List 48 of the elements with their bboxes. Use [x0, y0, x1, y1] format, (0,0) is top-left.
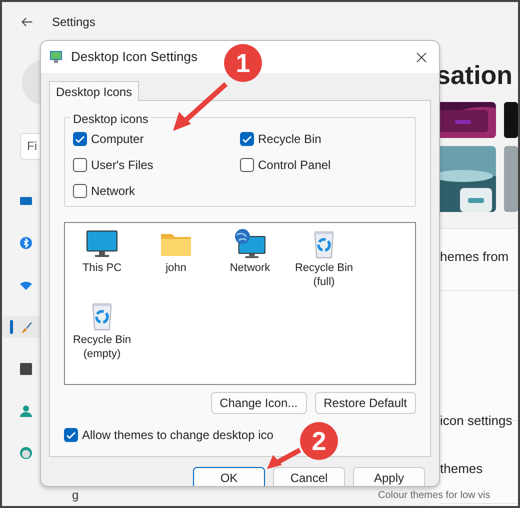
- system-icon: [20, 195, 32, 207]
- dialog-button[interactable]: Apply: [353, 467, 425, 486]
- dialog-button[interactable]: Change Icon...: [210, 392, 307, 414]
- selection-indicator: [10, 320, 13, 334]
- dialog-button[interactable]: Cancel: [273, 467, 345, 486]
- bluetooth-icon: [20, 237, 32, 249]
- tab[interactable]: Desktop Icons: [49, 81, 140, 101]
- dialog-button[interactable]: Restore Default: [314, 392, 416, 414]
- network-computer-icon[interactable]: [234, 229, 266, 259]
- arrow: [172, 82, 228, 132]
- recycle-bin-icon[interactable]: [91, 301, 113, 331]
- clock-icon: [20, 447, 32, 459]
- icon-label[interactable]: Recycle Bin (empty): [66, 333, 138, 361]
- apps-icon: [20, 363, 32, 375]
- checkbox-label[interactable]: Control Panel: [258, 156, 331, 174]
- recycle-bin-icon[interactable]: [313, 229, 335, 259]
- checkbox-label[interactable]: Recycle Bin: [258, 130, 322, 148]
- checkbox[interactable]: [240, 158, 254, 172]
- back-arrow-icon[interactable]: [20, 15, 34, 29]
- checkbox[interactable]: [73, 158, 87, 172]
- arrow: [266, 448, 302, 470]
- setting-title: icon settings: [440, 412, 514, 430]
- checkbox[interactable]: [73, 184, 87, 198]
- icon-label[interactable]: This PC: [66, 261, 138, 275]
- dialog-title: Desktop Icon Settings: [71, 48, 198, 66]
- setting-title: themes: [440, 460, 484, 478]
- checkbox-label[interactable]: Network: [91, 182, 136, 200]
- wifi-icon: [20, 279, 32, 291]
- checkbox[interactable]: [64, 428, 78, 442]
- checkbox[interactable]: [73, 132, 87, 146]
- setting-description: Colour themes for low vis: [378, 488, 492, 502]
- window-title: Settings: [52, 14, 96, 31]
- checkbox-label[interactable]: Computer: [91, 130, 144, 148]
- nav-label: g: [72, 488, 79, 502]
- checkbox-label[interactable]: Allow themes to change desktop ico: [82, 426, 274, 444]
- dialog-button[interactable]: OK: [193, 467, 265, 486]
- monitor-icon[interactable]: [86, 229, 118, 259]
- brush-icon: [20, 321, 32, 333]
- close-icon[interactable]: [416, 52, 427, 62]
- monitor-icon: [49, 50, 63, 64]
- checkbox-label[interactable]: User's Files: [91, 156, 154, 174]
- person-icon: [20, 405, 32, 417]
- icon-label[interactable]: Recycle Bin (full): [288, 261, 360, 289]
- icon-label[interactable]: john: [140, 261, 212, 275]
- checkbox[interactable]: [240, 132, 254, 146]
- setting-title: hemes from: [440, 248, 510, 266]
- page-heading: sation: [435, 59, 514, 92]
- icon-label[interactable]: Network: [214, 261, 286, 275]
